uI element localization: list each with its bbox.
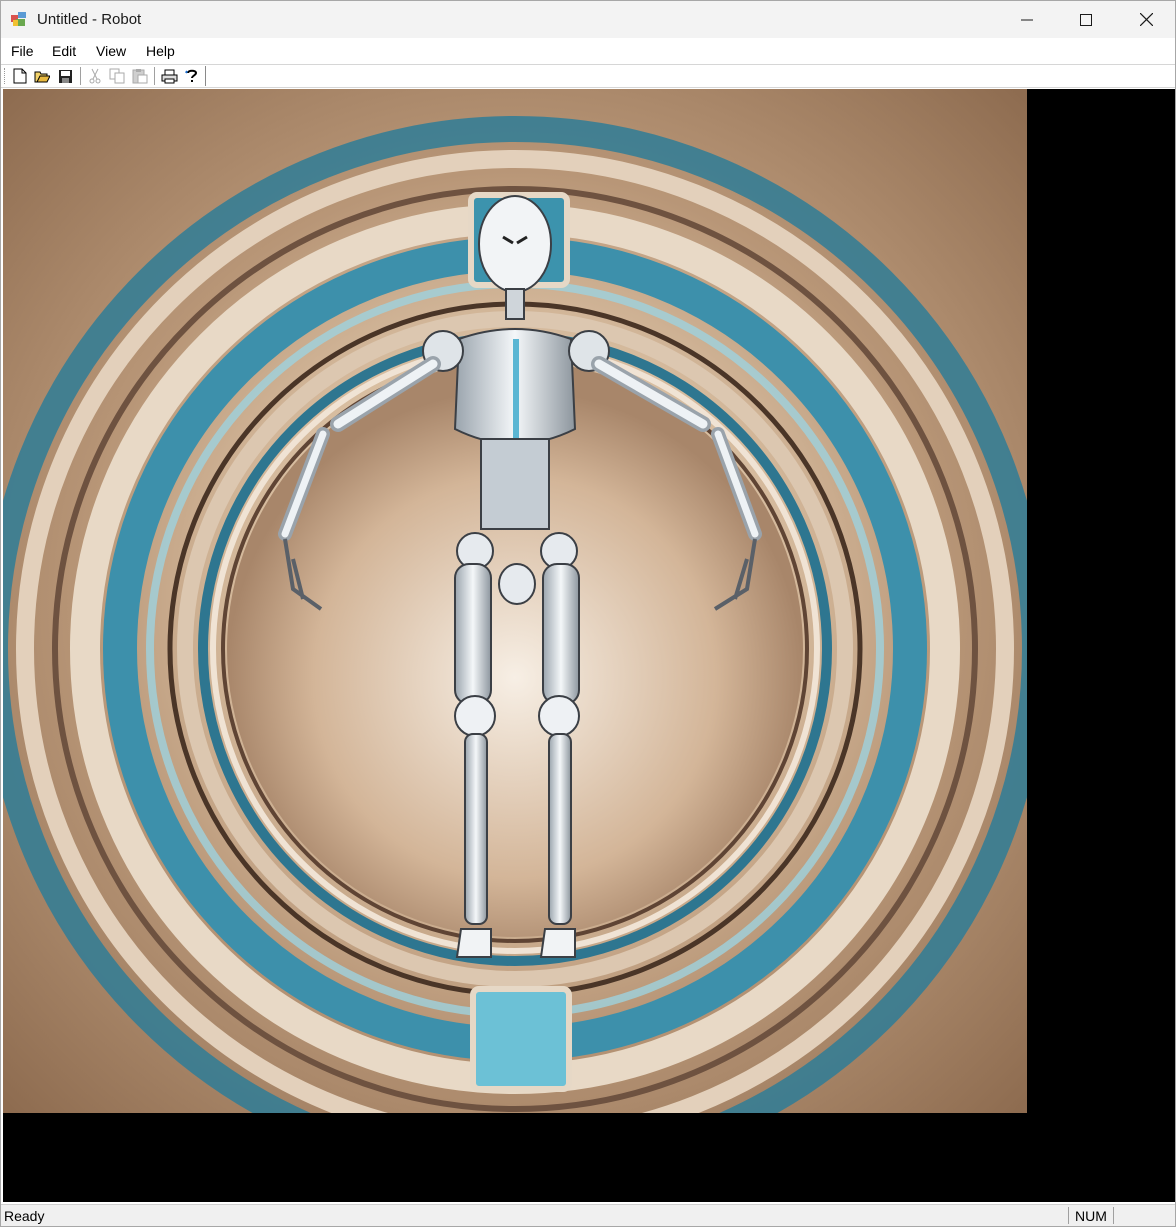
help-icon	[185, 69, 198, 82]
print-button[interactable]	[160, 67, 178, 85]
toolbar-end	[205, 66, 206, 86]
status-text: Ready	[4, 1208, 45, 1224]
save-button[interactable]	[56, 67, 74, 85]
open-button[interactable]	[33, 67, 51, 85]
app-window: Untitled - Robot File Edit View Help Rea…	[0, 0, 1176, 1227]
toolbar-grip[interactable]	[4, 68, 7, 84]
bottom-slot	[470, 986, 572, 1092]
menu-file[interactable]: File	[11, 43, 34, 59]
status-pane-num: NUM	[1068, 1207, 1113, 1224]
paste-icon	[132, 69, 148, 84]
help-button[interactable]	[183, 67, 201, 85]
open-icon	[34, 71, 50, 83]
close-icon	[1139, 13, 1153, 26]
new-icon	[13, 68, 27, 84]
menu-edit[interactable]: Edit	[52, 43, 76, 59]
maximize-icon	[1080, 13, 1092, 26]
menu-view[interactable]: View	[96, 43, 126, 59]
cut-button[interactable]	[86, 67, 104, 85]
maximize-button[interactable]	[1057, 1, 1115, 38]
print-icon	[161, 69, 177, 83]
close-button[interactable]	[1117, 1, 1175, 38]
status-bar: Ready NUM	[1, 1204, 1175, 1226]
save-icon	[58, 69, 72, 83]
copy-icon	[109, 68, 125, 84]
copy-button[interactable]	[108, 67, 126, 85]
minimize-button[interactable]	[998, 1, 1056, 38]
window-title: Untitled - Robot	[37, 11, 142, 28]
toolbar-separator	[154, 67, 155, 85]
menu-help[interactable]: Help	[146, 43, 175, 59]
app-icon	[11, 12, 26, 26]
menu-bar: File Edit View Help	[1, 38, 1175, 64]
cut-icon	[89, 68, 101, 84]
toolbar	[1, 64, 1175, 88]
new-button[interactable]	[11, 67, 29, 85]
client-area[interactable]	[3, 89, 1175, 1202]
title-bar[interactable]: Untitled - Robot	[1, 1, 1175, 38]
num-lock-indicator: NUM	[1075, 1208, 1107, 1224]
robot-image	[3, 89, 1027, 1113]
toolbar-separator	[80, 67, 81, 85]
status-pane-empty	[1113, 1207, 1164, 1224]
minimize-icon	[1021, 19, 1033, 20]
paste-button[interactable]	[131, 67, 149, 85]
